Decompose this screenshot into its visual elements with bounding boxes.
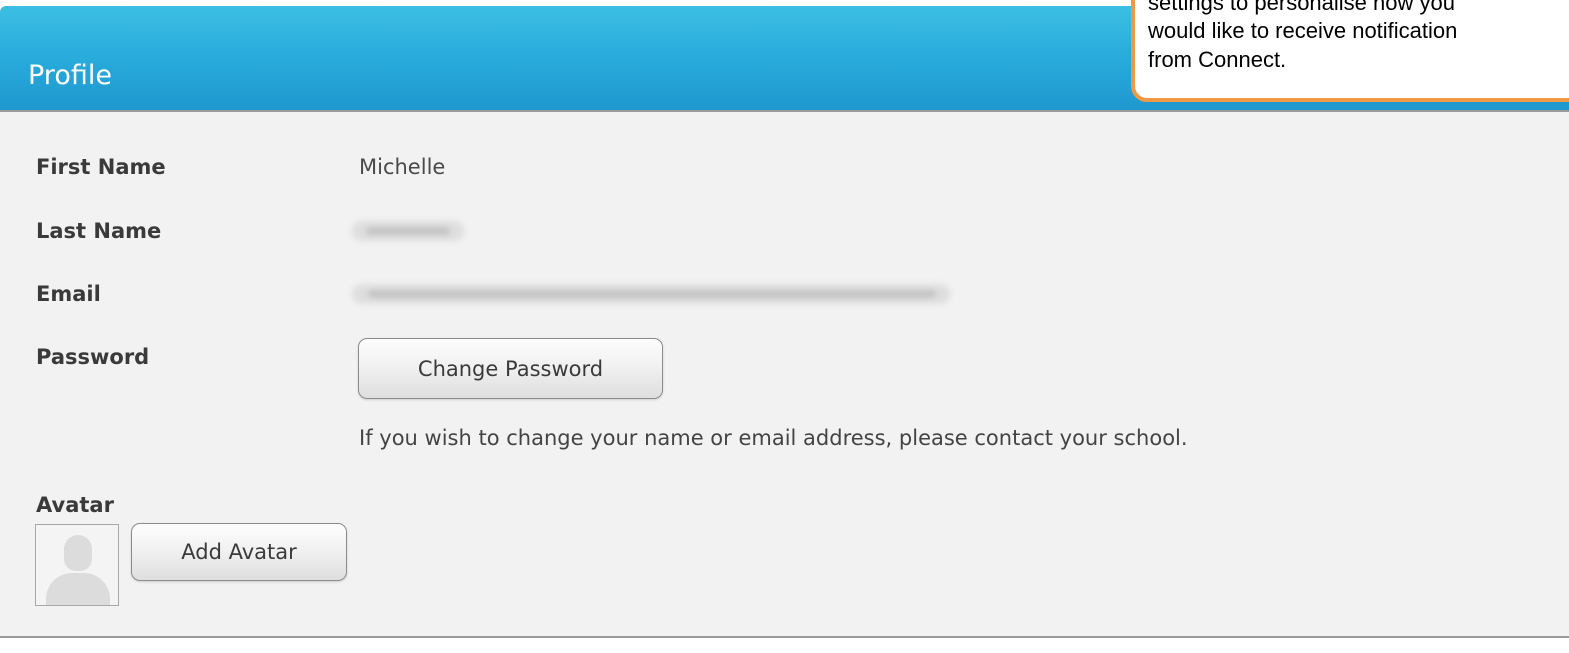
first-name-value: Michelle — [359, 155, 446, 179]
password-label: Password — [36, 345, 150, 369]
avatar-label: Avatar — [36, 493, 114, 517]
last-name-label: Last Name — [36, 219, 162, 243]
callout-text-line-1: settings to personalise how you — [1148, 0, 1455, 15]
first-name-label: First Name — [36, 155, 166, 179]
add-avatar-button[interactable]: Add Avatar — [131, 523, 347, 581]
avatar-placeholder-icon — [35, 524, 119, 606]
divider-top — [0, 110, 1569, 112]
profile-panel: First Name Michelle Last Name Email Pass… — [0, 110, 1569, 638]
email-value-redacted — [352, 284, 950, 304]
page-title: Profile — [28, 60, 112, 91]
callout-text-line-2: would like to receive notification — [1148, 18, 1458, 43]
change-details-hint: If you wish to change your name or email… — [359, 426, 1188, 450]
callout-text-line-3: from Connect. — [1148, 47, 1287, 72]
email-label: Email — [36, 282, 101, 306]
change-password-button[interactable]: Change Password — [358, 338, 663, 399]
last-name-value-redacted — [352, 221, 464, 241]
